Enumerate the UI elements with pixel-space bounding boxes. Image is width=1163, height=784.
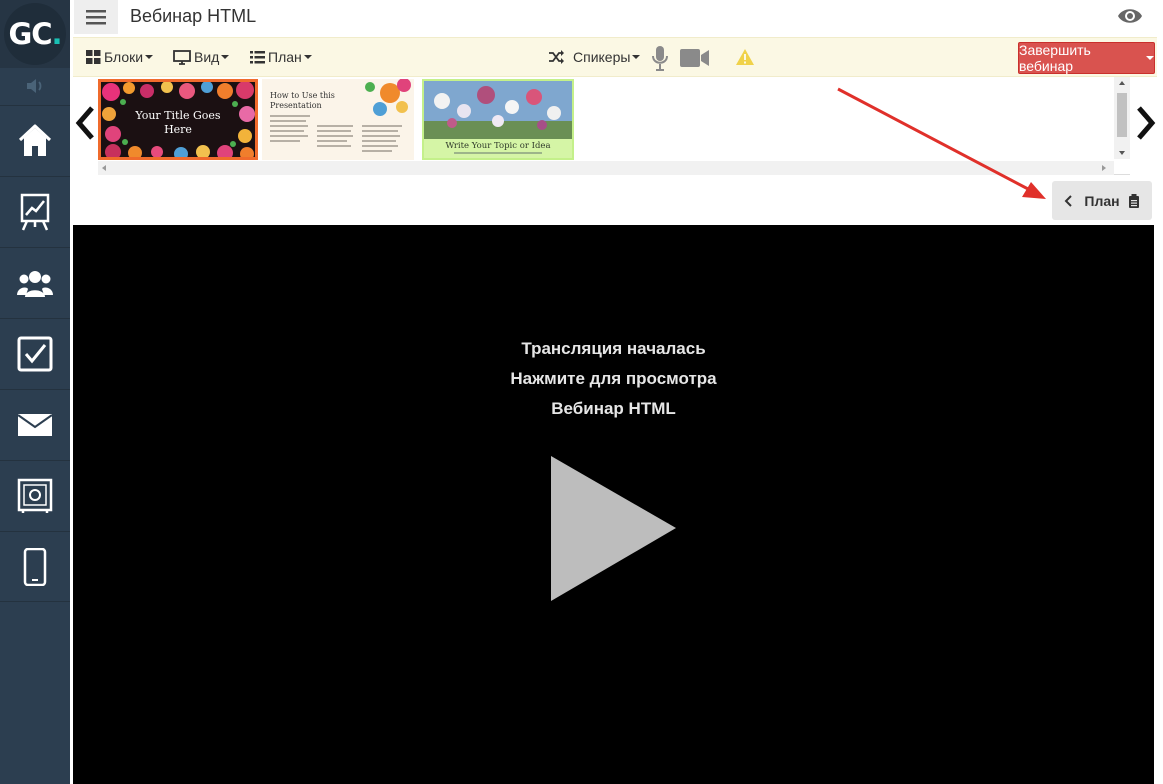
sidebar-item-training[interactable] (0, 176, 70, 247)
logo-mark: GC. (4, 3, 66, 65)
chevron-right-icon[interactable] (1135, 105, 1157, 146)
clipboard-icon (1128, 193, 1139, 208)
presentation-chart-icon (20, 193, 50, 231)
logo-dot: . (51, 17, 63, 51)
warning-icon[interactable] (735, 48, 755, 71)
speaker-volume-icon[interactable] (0, 72, 70, 100)
view-dropdown[interactable]: Вид (173, 49, 230, 65)
speakers-dropdown[interactable]: Спикеры (549, 49, 641, 65)
webinar-name-text: Вебинар HTML (551, 399, 676, 418)
sidebar-item-mail[interactable] (0, 389, 70, 460)
blocks-dropdown[interactable]: Блоки (86, 49, 154, 65)
menu-button[interactable] (74, 0, 118, 34)
eye-icon[interactable] (1117, 6, 1143, 31)
sidebar-nav (0, 105, 70, 602)
header: Вебинар HTML (70, 0, 1163, 37)
logo-letters: GC (8, 17, 52, 51)
chevron-left-icon[interactable] (74, 105, 96, 146)
blocks-label: Блоки (104, 49, 144, 65)
hamburger-icon (86, 10, 106, 25)
click-to-watch-text: Нажмите для просмотра (510, 369, 717, 388)
speakers-label: Спикеры (573, 49, 631, 65)
slides-scroll-container: Your Title Goes Here How to Use this Pre… (98, 77, 1130, 175)
envelope-icon (17, 414, 53, 436)
finish-webinar-label: Завершить вебинар (1019, 42, 1091, 74)
users-icon (17, 271, 53, 297)
scrollbar-thumb[interactable] (1117, 93, 1127, 137)
webinar-toolbar: Блоки Вид План Спикеры Завершить вебинар (73, 37, 1157, 77)
finish-webinar-button[interactable]: Завершить вебинар (1018, 42, 1155, 74)
plan-label: План (268, 49, 302, 65)
sidebar-item-tasks[interactable] (0, 318, 70, 389)
home-icon (18, 124, 52, 156)
mobile-phone-icon (23, 547, 47, 586)
grid-icon (86, 50, 101, 64)
sidebar-item-users[interactable] (0, 247, 70, 318)
slides-strip: Your Title Goes Here How to Use this Pre… (70, 77, 1163, 177)
microphone-icon[interactable] (651, 45, 669, 76)
slide-thumbnail-2[interactable]: How to Use this Presentation (262, 79, 414, 160)
logo[interactable]: GC. (0, 0, 70, 68)
stream-started-text: Трансляция началась (521, 339, 706, 358)
slides-vertical-scrollbar[interactable] (1114, 77, 1130, 159)
caret-down-icon (1146, 56, 1154, 60)
plan-panel-button[interactable]: План (1052, 181, 1152, 220)
view-label: Вид (194, 49, 220, 65)
video-player[interactable]: Трансляция началась Нажмите для просмотр… (73, 225, 1154, 784)
slide-2-title: How to Use this Presentation (270, 91, 335, 110)
chevron-left-icon (1064, 194, 1073, 207)
caret-down-icon (145, 55, 154, 59)
slide-thumbnail-3[interactable]: Write Your Topic or Idea (422, 79, 574, 160)
slide-1-title: Your Title Goes Here (135, 109, 221, 136)
checkbox-icon (17, 336, 53, 372)
sidebar-item-safe[interactable] (0, 460, 70, 531)
sidebar-item-home[interactable] (0, 105, 70, 176)
caret-down-icon (221, 55, 230, 59)
video-camera-icon[interactable] (680, 48, 710, 73)
caret-down-icon (632, 55, 641, 59)
list-icon (250, 50, 265, 63)
slide-3-title: Write Your Topic or Idea (445, 141, 551, 151)
sidebar: GC. (0, 0, 70, 784)
caret-down-icon (303, 55, 312, 59)
plan-dropdown[interactable]: План (250, 49, 312, 65)
safe-icon (17, 478, 53, 513)
plan-button-label: План (1084, 192, 1120, 209)
play-icon[interactable] (551, 456, 677, 607)
main-area: Вебинар HTML Блоки Вид План Спикеры Заве… (70, 0, 1163, 784)
slides-horizontal-scrollbar[interactable] (98, 161, 1114, 175)
shuffle-icon (549, 50, 564, 64)
slide-thumbnail-1[interactable]: Your Title Goes Here (98, 79, 258, 160)
page-title: Вебинар HTML (130, 6, 257, 26)
sidebar-item-mobile[interactable] (0, 531, 70, 602)
monitor-icon (173, 49, 191, 65)
